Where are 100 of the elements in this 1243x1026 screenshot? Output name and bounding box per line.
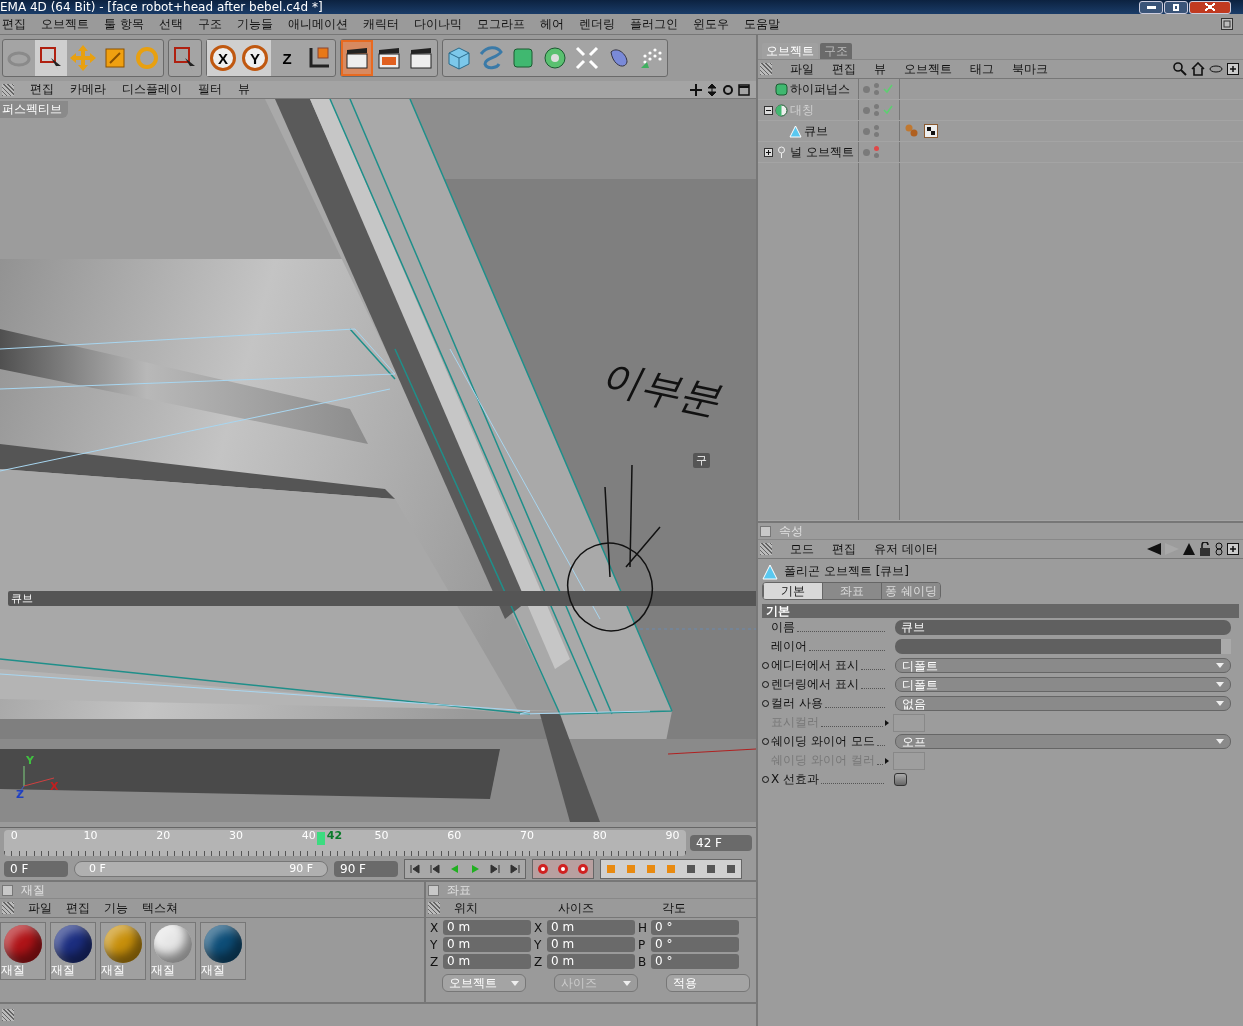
start-frame-field[interactable]: 0 F bbox=[4, 861, 68, 877]
render-visibility-dot[interactable] bbox=[874, 132, 879, 137]
menu-item[interactable]: 윈도우 bbox=[692, 15, 729, 33]
menu-item[interactable]: 도움말 bbox=[743, 15, 780, 33]
editor-visibility-dot[interactable] bbox=[874, 83, 879, 88]
attribute-menu-item[interactable]: 모드 bbox=[790, 540, 814, 558]
current-frame-field[interactable]: 42 F bbox=[690, 835, 752, 851]
editor-visibility-dot[interactable] bbox=[874, 104, 879, 109]
menu-item[interactable]: 기능들 bbox=[236, 15, 273, 33]
coordinate-field[interactable]: 0 ° bbox=[651, 920, 739, 935]
frame-range-slider[interactable] bbox=[75, 862, 327, 876]
attribute-menu-item[interactable]: 편집 bbox=[832, 540, 856, 558]
attribute-tab[interactable]: 기본 bbox=[763, 583, 822, 599]
viewport-menu-item[interactable]: 뷰 bbox=[238, 81, 250, 98]
menu-item[interactable]: 오브젝트 bbox=[41, 15, 89, 33]
render-visibility-dot[interactable] bbox=[874, 90, 879, 95]
coordinate-field[interactable]: 0 ° bbox=[651, 954, 739, 969]
expand-toggle[interactable] bbox=[764, 147, 773, 157]
render-visibility-dot[interactable] bbox=[874, 153, 879, 158]
enabled-check-icon[interactable] bbox=[883, 105, 893, 115]
layout-icon[interactable] bbox=[1221, 18, 1233, 30]
editor-visibility-dot[interactable] bbox=[874, 146, 879, 151]
viewport-menu-item[interactable]: 카메라 bbox=[70, 81, 106, 98]
coordinate-field[interactable]: 0 m bbox=[547, 954, 635, 969]
panel-handle-icon[interactable] bbox=[428, 884, 439, 896]
up-arrow-icon[interactable] bbox=[1183, 543, 1195, 555]
coordinate-field[interactable]: 0 m bbox=[547, 937, 635, 952]
grip-handle-icon[interactable] bbox=[2, 1009, 14, 1021]
dropdown-field[interactable]: 디폴트 bbox=[895, 658, 1231, 673]
material-menu-item[interactable]: 기능 bbox=[104, 899, 128, 917]
menu-item[interactable]: 구조 bbox=[197, 15, 222, 33]
visibility-dot[interactable] bbox=[863, 127, 870, 135]
editor-visibility-dot[interactable] bbox=[874, 125, 879, 130]
menu-item[interactable]: 다이나믹 bbox=[413, 15, 462, 33]
new-panel-icon[interactable] bbox=[1227, 543, 1239, 555]
playhead-marker[interactable] bbox=[316, 832, 325, 845]
grip-handle-icon[interactable] bbox=[760, 543, 772, 555]
zoom-view-icon[interactable] bbox=[706, 83, 718, 96]
dropdown-field[interactable]: 디폴트 bbox=[895, 677, 1231, 692]
axis-lock-button[interactable]: X bbox=[207, 40, 239, 76]
maximize-view-icon[interactable] bbox=[738, 83, 750, 96]
coordinate-field[interactable]: 0 m bbox=[443, 920, 531, 935]
renderview-tool-button[interactable] bbox=[341, 40, 373, 76]
menu-item[interactable]: 헤어 bbox=[539, 15, 564, 33]
material-menu-item[interactable]: 편집 bbox=[66, 899, 90, 917]
menu-item[interactable]: 툴 항목 bbox=[104, 15, 144, 33]
visibility-dot[interactable] bbox=[863, 148, 870, 156]
pan-view-icon[interactable] bbox=[690, 83, 702, 96]
search-icon[interactable] bbox=[1173, 62, 1187, 76]
maximize-button[interactable] bbox=[1164, 0, 1188, 14]
coordinate-field[interactable]: 0 ° bbox=[651, 937, 739, 952]
object-menu-item[interactable]: 태그 bbox=[970, 60, 994, 78]
dropdown-field[interactable]: 없음 bbox=[895, 696, 1231, 711]
grip-handle-icon[interactable] bbox=[2, 902, 14, 914]
menu-item[interactable]: 렌더링 bbox=[578, 15, 615, 33]
grip-handle-icon[interactable] bbox=[2, 83, 14, 96]
visibility-dot[interactable] bbox=[863, 85, 870, 93]
viewport-menu-item[interactable]: 편집 bbox=[30, 81, 54, 98]
menu-item[interactable]: 애니메이션 bbox=[287, 15, 348, 33]
layer-link-field[interactable] bbox=[895, 639, 1231, 654]
lock-icon[interactable] bbox=[1199, 542, 1211, 556]
select-tool-button[interactable] bbox=[35, 40, 67, 76]
menu-item[interactable]: 편집 bbox=[2, 15, 26, 33]
minimize-button[interactable] bbox=[1139, 0, 1163, 14]
dropdown-field[interactable]: 오프 bbox=[895, 734, 1231, 749]
object-menu-item[interactable]: 오브젝트 bbox=[904, 60, 952, 78]
menu-item[interactable]: 모그라프 bbox=[476, 15, 525, 33]
axis-lock-button[interactable]: Z bbox=[271, 40, 303, 76]
coordinate-field[interactable]: 0 m bbox=[443, 937, 531, 952]
menu-item[interactable]: 캐릭터 bbox=[362, 15, 399, 33]
rotate-view-icon[interactable] bbox=[722, 83, 734, 96]
object-menu-item[interactable]: 북마크 bbox=[1012, 60, 1048, 78]
object-name[interactable]: 널 오브젝트 bbox=[790, 143, 854, 161]
panel-handle-icon[interactable] bbox=[760, 525, 771, 537]
name-input-field[interactable]: 큐브 bbox=[895, 620, 1231, 635]
menu-item[interactable]: 선택 bbox=[158, 15, 183, 33]
checkbox[interactable] bbox=[894, 773, 907, 786]
checker-tag-icon[interactable] bbox=[924, 124, 938, 138]
object-name[interactable]: 하이퍼넙스 bbox=[790, 80, 850, 98]
attribute-menu-item[interactable]: 유저 데이터 bbox=[874, 540, 938, 558]
end-frame-field[interactable]: 90 F bbox=[334, 861, 398, 877]
visibility-dot[interactable] bbox=[863, 106, 870, 114]
coordinate-field[interactable]: 0 m bbox=[547, 920, 635, 935]
grip-handle-icon[interactable] bbox=[428, 902, 440, 914]
close-button[interactable] bbox=[1189, 0, 1231, 14]
object-menu-item[interactable]: 뷰 bbox=[874, 60, 886, 78]
panel-handle-icon[interactable] bbox=[2, 884, 13, 896]
home-icon[interactable] bbox=[1191, 62, 1205, 76]
link-icon[interactable] bbox=[1215, 542, 1223, 556]
axis-lock-button[interactable]: Y bbox=[239, 40, 271, 76]
viewport-menu-item[interactable]: 필터 bbox=[198, 81, 222, 98]
expand-toggle[interactable] bbox=[764, 105, 773, 115]
object-name[interactable]: 큐브 bbox=[804, 122, 828, 140]
material-menu-item[interactable]: 텍스쳐 bbox=[142, 899, 178, 917]
enabled-check-icon[interactable] bbox=[883, 84, 893, 94]
menu-item[interactable]: 플러그인 bbox=[629, 15, 678, 33]
object-menu-item[interactable]: 편집 bbox=[832, 60, 856, 78]
object-menu-item[interactable]: 파일 bbox=[790, 60, 814, 78]
eye-icon[interactable] bbox=[1209, 65, 1223, 73]
viewport-menu-item[interactable]: 디스플레이 bbox=[122, 81, 182, 98]
